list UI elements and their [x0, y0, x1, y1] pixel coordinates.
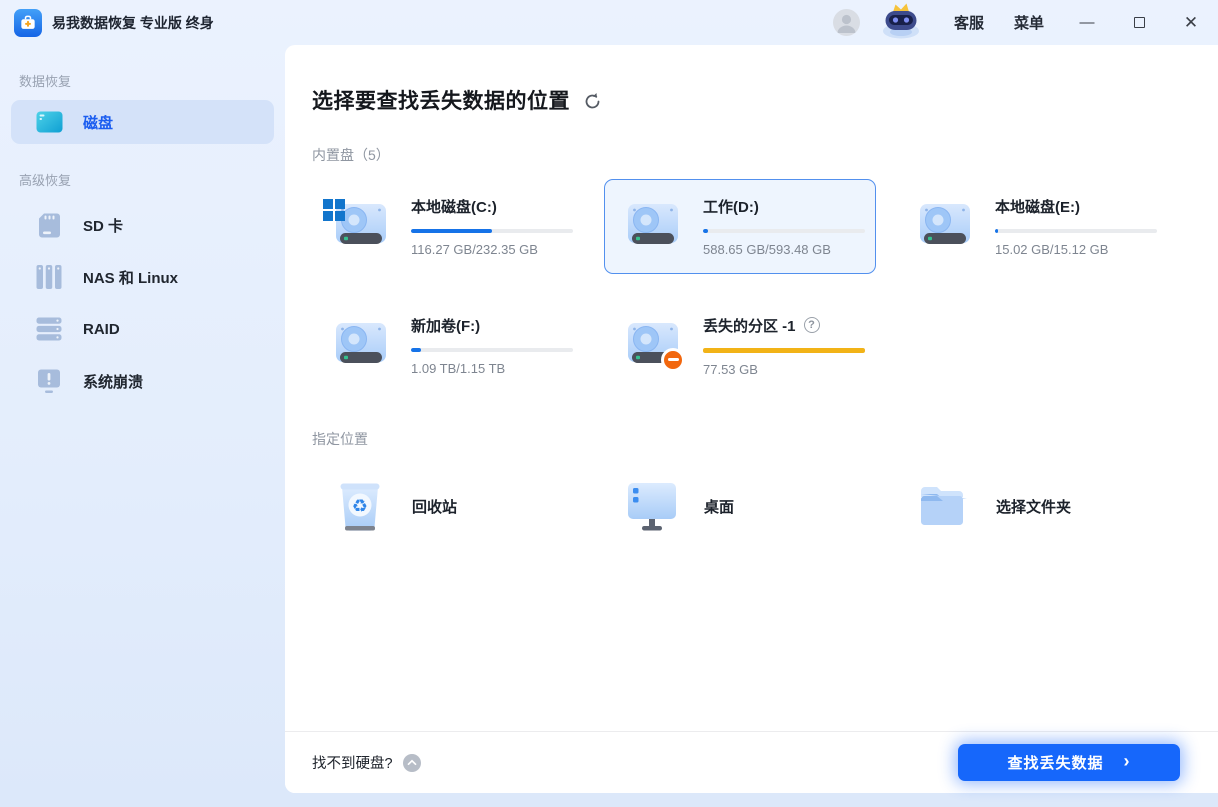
- sidebar-item-raid[interactable]: RAID: [11, 303, 274, 355]
- nas-servers-icon: [35, 264, 63, 290]
- footer-bar: 找不到硬盘? 查找丢失数据 ›: [285, 731, 1218, 793]
- location-label: 回收站: [412, 496, 457, 517]
- sidebar-item-sd-card[interactable]: SD 卡: [11, 199, 274, 251]
- disk-icon: [35, 111, 63, 133]
- disk-card-lost-partition[interactable]: 丢失的分区 -1 ? 77.53 GB: [604, 298, 876, 393]
- lost-minus-badge-icon: [661, 348, 685, 372]
- app-logo-icon: [14, 9, 42, 37]
- scan-button-label: 查找丢失数据: [1007, 752, 1103, 773]
- raid-stack-icon: [35, 317, 63, 341]
- usage-bar: [703, 229, 865, 233]
- disk-name: 本地磁盘(C:): [411, 196, 573, 217]
- disk-usage: 116.27 GB/232.35 GB: [411, 242, 573, 257]
- app-title: 易我数据恢复 专业版 终身: [52, 13, 214, 33]
- sidebar-item-disk[interactable]: 磁盘: [11, 100, 274, 144]
- disk-name: 丢失的分区 -1: [703, 315, 796, 336]
- disk-usage: 77.53 GB: [703, 362, 865, 377]
- disk-card-f[interactable]: 新加卷(F:) 1.09 TB/1.15 TB: [312, 298, 584, 393]
- sidebar-item-system-crash[interactable]: 系统崩溃: [11, 355, 274, 407]
- refresh-icon[interactable]: [583, 92, 602, 111]
- sidebar: 数据恢复 磁盘 高级恢复 SD 卡: [0, 45, 285, 807]
- folder-icon: [918, 485, 970, 527]
- locations-grid: ♻ 回收站 桌面: [312, 467, 1180, 545]
- hard-drive-icon: [333, 203, 389, 251]
- location-label: 桌面: [704, 496, 734, 517]
- recycle-bin-icon: ♻: [334, 480, 386, 532]
- svg-text:♻: ♻: [352, 496, 368, 516]
- scan-for-lost-data-button[interactable]: 查找丢失数据 ›: [958, 744, 1180, 781]
- disk-card-d[interactable]: 工作(D:) 588.65 GB/593.48 GB: [604, 179, 876, 274]
- disk-grid: 本地磁盘(C:) 116.27 GB/232.35 GB 工作(D:) 588.…: [312, 179, 1180, 393]
- specified-locations-label: 指定位置: [312, 429, 1180, 449]
- disk-card-c[interactable]: 本地磁盘(C:) 116.27 GB/232.35 GB: [312, 179, 584, 274]
- help-icon[interactable]: ?: [804, 317, 820, 333]
- minimize-button[interactable]: —: [1078, 14, 1096, 32]
- sidebar-item-label: NAS 和 Linux: [83, 267, 178, 288]
- disk-name: 新加卷(F:): [411, 315, 573, 336]
- sidebar-item-label: 系统崩溃: [83, 371, 143, 392]
- titlebar: 易我数据恢复 专业版 终身 客服 菜单 — ✕: [0, 0, 1218, 45]
- lost-partition-drive-icon: [625, 322, 681, 370]
- usage-bar: [995, 229, 1157, 233]
- page-title: 选择要查找丢失数据的位置: [312, 85, 570, 115]
- location-select-folder[interactable]: 选择文件夹: [896, 467, 1168, 545]
- sidebar-item-label: SD 卡: [83, 215, 123, 236]
- internal-disks-label: 内置盘（5）: [312, 145, 1180, 165]
- sd-card-icon: [35, 213, 63, 238]
- maximize-icon: [1134, 17, 1145, 28]
- chevron-right-icon: ›: [1124, 751, 1131, 772]
- close-button[interactable]: ✕: [1182, 14, 1200, 32]
- usage-bar: [411, 348, 573, 352]
- location-recycle-bin[interactable]: ♻ 回收站: [312, 467, 584, 545]
- cant-find-disk-label: 找不到硬盘?: [312, 752, 393, 773]
- disk-usage: 15.02 GB/15.12 GB: [995, 242, 1157, 257]
- chevron-up-icon: [403, 754, 421, 772]
- disk-usage: 1.09 TB/1.15 TB: [411, 361, 573, 376]
- disk-usage: 588.65 GB/593.48 GB: [703, 242, 865, 257]
- disk-name: 工作(D:): [703, 196, 865, 217]
- menu-link[interactable]: 菜单: [1014, 12, 1044, 33]
- desktop-monitor-icon: [626, 481, 678, 531]
- disk-name: 本地磁盘(E:): [995, 196, 1157, 217]
- sidebar-section-data-recovery: 数据恢复: [19, 71, 285, 90]
- sidebar-item-label: 磁盘: [83, 112, 113, 133]
- sidebar-item-nas-linux[interactable]: NAS 和 Linux: [11, 251, 274, 303]
- windows-badge-icon: [323, 199, 345, 221]
- location-label: 选择文件夹: [996, 496, 1071, 517]
- cant-find-disk-toggle[interactable]: 找不到硬盘?: [312, 752, 421, 773]
- support-link[interactable]: 客服: [954, 12, 984, 33]
- assistant-mascot-icon[interactable]: [878, 1, 924, 44]
- location-desktop[interactable]: 桌面: [604, 467, 876, 545]
- sidebar-item-label: RAID: [83, 321, 120, 338]
- disk-card-e[interactable]: 本地磁盘(E:) 15.02 GB/15.12 GB: [896, 179, 1168, 274]
- sidebar-section-advanced: 高级恢复: [19, 170, 285, 189]
- hard-drive-icon: [917, 203, 973, 251]
- hard-drive-icon: [625, 203, 681, 251]
- main-panel: 选择要查找丢失数据的位置 内置盘（5） 本地磁盘(C:) 116.27 GB/2…: [285, 45, 1218, 793]
- crashed-system-icon: [35, 369, 63, 394]
- usage-bar: [703, 348, 865, 353]
- user-avatar[interactable]: [833, 9, 860, 36]
- hard-drive-icon: [333, 322, 389, 370]
- usage-bar: [411, 229, 573, 233]
- maximize-button[interactable]: [1130, 14, 1148, 32]
